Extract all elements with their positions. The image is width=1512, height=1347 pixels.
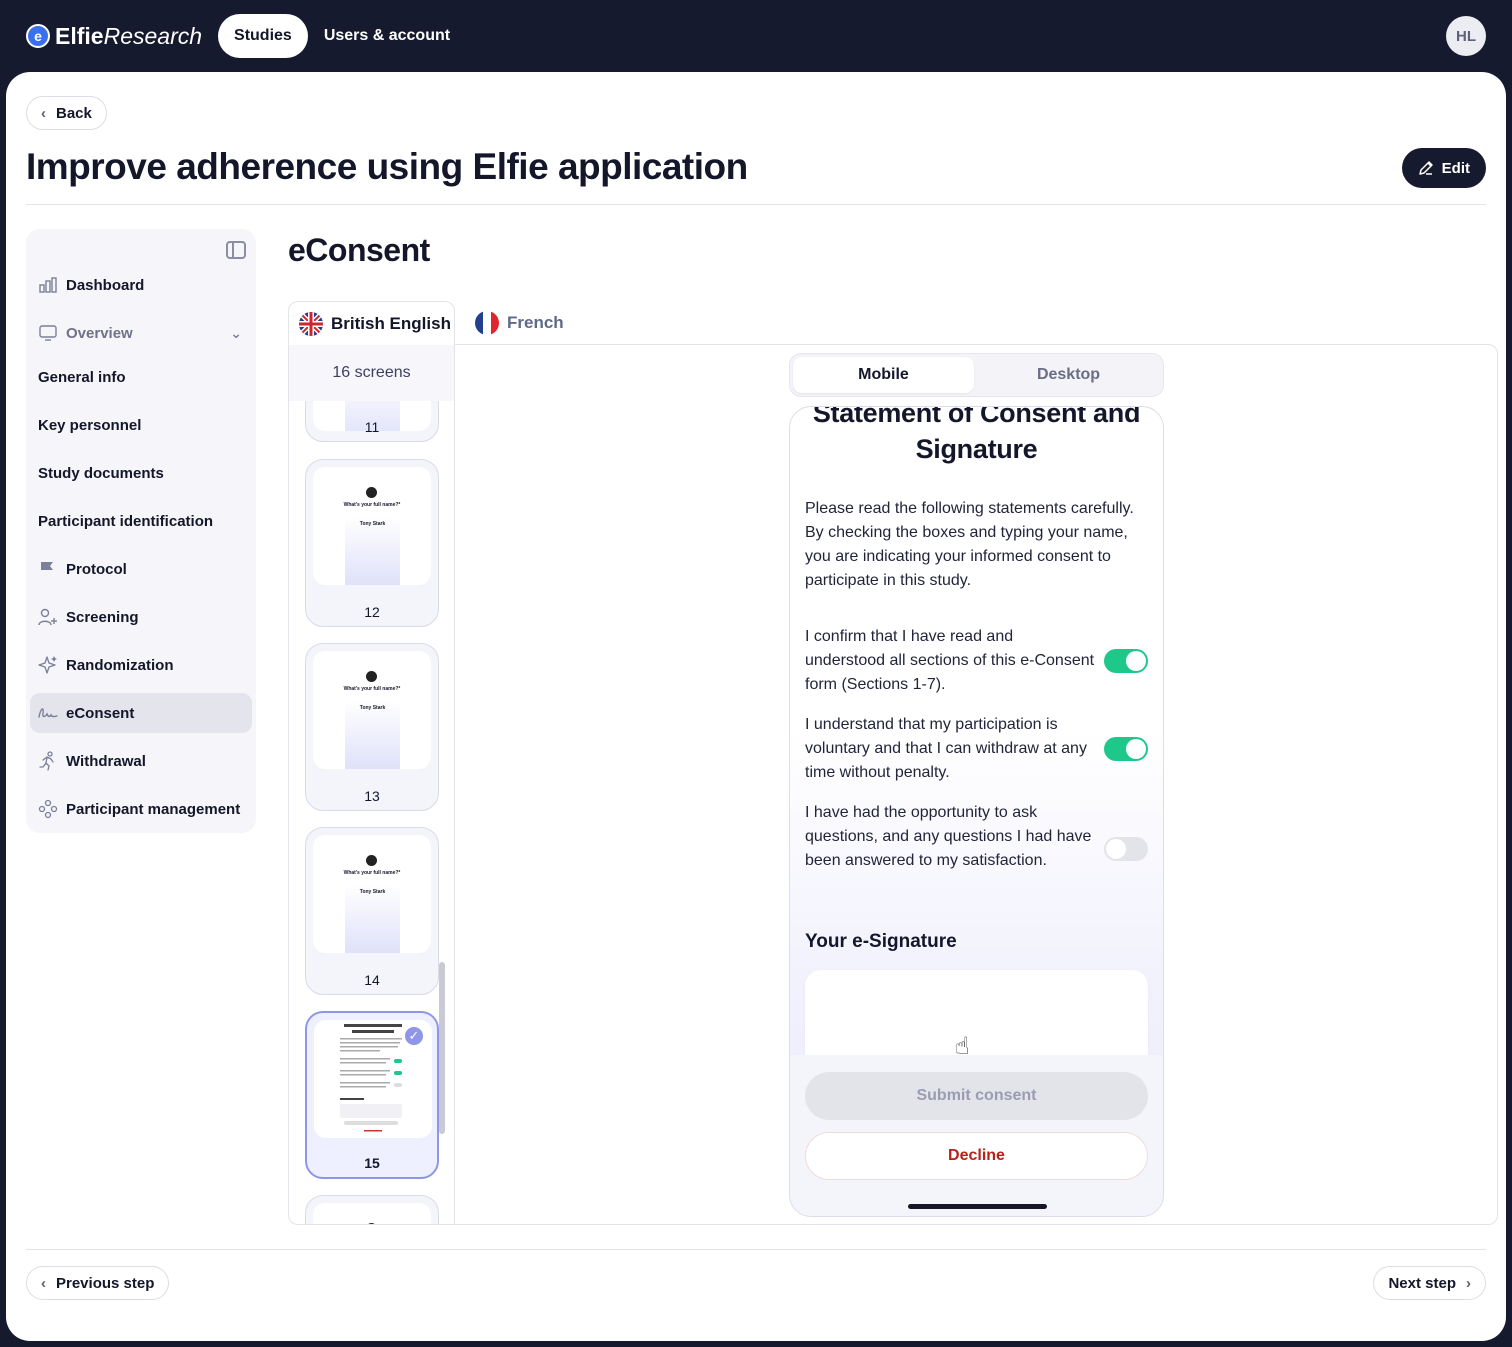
divider (26, 1249, 1486, 1250)
people-icon (38, 799, 58, 819)
mini-logo-icon (366, 1223, 377, 1224)
sidebar-item-econsent[interactable]: eConsent (30, 693, 252, 733)
nav-studies[interactable]: Studies (218, 14, 308, 58)
sidebar-item-withdrawal[interactable]: Withdrawal (30, 741, 252, 781)
sidebar-item-screening[interactable]: Screening (30, 597, 252, 637)
chevron-down-icon: ⌄ (230, 324, 242, 341)
nav-users-account[interactable]: Users & account (308, 14, 466, 58)
elfie-research-logo[interactable]: e Elfie Research (26, 23, 202, 50)
chart-icon (38, 275, 58, 295)
chevron-right-icon: › (1466, 1274, 1471, 1292)
section-title: eConsent (288, 232, 430, 268)
previous-step-button[interactable]: ‹ Previous step (26, 1266, 170, 1300)
chevron-left-icon: ‹ (41, 1274, 46, 1292)
user-plus-icon (38, 607, 58, 627)
monitor-icon (38, 323, 58, 343)
main-card: ‹ Back Improve adherence using Elfie app… (6, 72, 1506, 1341)
mini-logo-icon (366, 855, 377, 866)
consent-actions: Submit consent Decline (790, 1055, 1163, 1216)
consent-statement: I understand that my participation is vo… (805, 716, 1087, 781)
toggle-mobile[interactable]: Mobile (793, 357, 974, 393)
sidebar-item-randomization[interactable]: Randomization (30, 645, 252, 685)
france-flag-icon (475, 311, 499, 335)
consent-intro: Please read the following statements car… (805, 500, 1134, 589)
consent-statement: I confirm that I have read and understoo… (805, 628, 1095, 693)
consent-toggle[interactable] (1104, 737, 1148, 761)
running-icon (38, 751, 58, 771)
page-title: Improve adherence using Elfie applicatio… (26, 146, 748, 187)
mini-logo-icon (366, 671, 377, 682)
screen-thumbnail[interactable]: What's your full name?* Tony Stark 13 (305, 643, 439, 811)
next-step-button[interactable]: Next step › (1373, 1266, 1486, 1300)
divider (26, 204, 1486, 205)
top-nav: e Elfie Research Studies Users & account … (0, 0, 1512, 72)
sidebar-item-protocol[interactable]: Protocol (30, 549, 252, 589)
pencil-icon (1418, 161, 1433, 175)
screens-count: 16 screens (289, 345, 454, 401)
edit-button[interactable]: Edit (1401, 148, 1486, 188)
econsent-panel: 16 screens 11 What's your full name?* To… (288, 344, 1498, 1225)
submit-consent-button[interactable]: Submit consent (805, 1072, 1148, 1120)
sparkle-icon (38, 655, 58, 675)
uk-flag-icon (299, 311, 323, 336)
consent-toggle[interactable] (1104, 649, 1148, 673)
sidebar-item-overview[interactable]: Overview ⌄ (30, 313, 252, 353)
check-icon: ✓ (403, 1025, 425, 1047)
sidebar-item-key-personnel[interactable]: Key personnel (30, 405, 252, 445)
mobile-preview: Statement of Consent and Signature Pleas… (789, 406, 1164, 1217)
screens-scrollbar[interactable] (439, 962, 445, 1134)
sidebar-item-dashboard[interactable]: Dashboard (30, 265, 252, 305)
sidebar-item-participant-management[interactable]: Participant management (30, 789, 252, 829)
chevron-left-icon: ‹ (41, 104, 46, 122)
screen-thumbnail[interactable]: What's your full name?* Tony Stark 12 (305, 459, 439, 627)
elfie-logo-icon: e (26, 24, 50, 48)
signature-label: Your e-Signature (805, 931, 957, 952)
tab-french[interactable]: French (465, 301, 564, 345)
screen-thumbnail-selected[interactable]: ✓ 15 (305, 1011, 439, 1179)
consent-statement: I have had the opportunity to ask questi… (805, 804, 1092, 869)
view-toggle: Mobile Desktop (789, 353, 1164, 397)
tab-british-english[interactable]: British English (288, 301, 455, 345)
collapse-sidebar-icon[interactable] (226, 241, 246, 259)
consent-toggle[interactable] (1104, 837, 1148, 861)
toggle-desktop[interactable]: Desktop (978, 357, 1159, 393)
study-sidebar: Dashboard Overview ⌄ General info Key pe… (26, 229, 256, 833)
mini-logo-icon (366, 487, 377, 498)
screen-thumbnail[interactable]: What's your full name?* Tony Stark 14 (305, 827, 439, 995)
decline-button[interactable]: Decline (805, 1132, 1148, 1180)
screens-list[interactable]: 16 screens 11 What's your full name?* To… (289, 345, 455, 1224)
signature-icon (38, 703, 58, 723)
flag-icon (38, 559, 58, 579)
sidebar-item-study-documents[interactable]: Study documents (30, 453, 252, 493)
user-avatar[interactable]: HL (1446, 16, 1486, 56)
screen-thumbnail[interactable] (305, 1195, 439, 1224)
sidebar-item-participant-identification[interactable]: Participant identification (30, 501, 252, 541)
home-indicator (908, 1204, 1047, 1209)
consent-title: Statement of Consent and Signature (812, 406, 1141, 464)
back-button[interactable]: ‹ Back (26, 96, 107, 130)
sidebar-item-general-info[interactable]: General info (30, 357, 252, 397)
